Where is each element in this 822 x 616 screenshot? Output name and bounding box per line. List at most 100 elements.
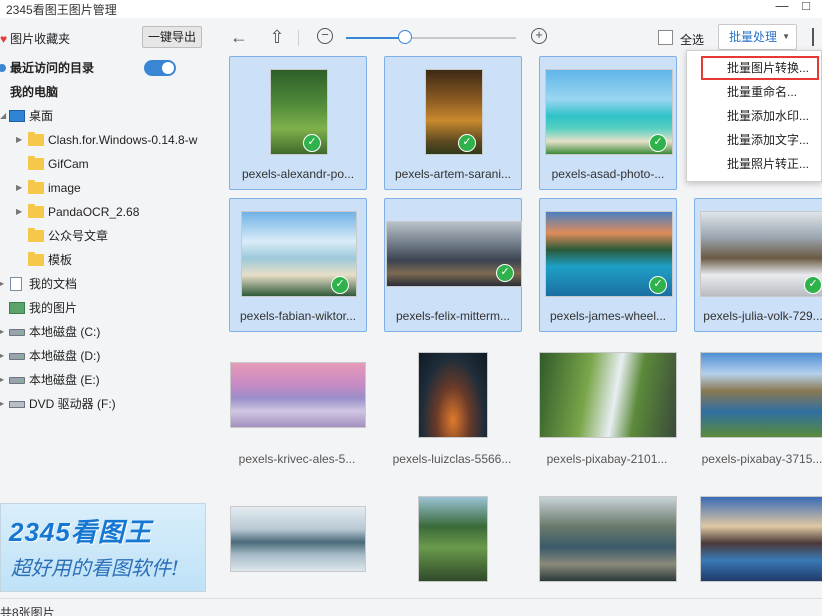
select-all-checkbox[interactable]: [658, 30, 673, 45]
thumbnail-image: [700, 496, 822, 582]
thumbnail-item[interactable]: [539, 496, 677, 598]
select-all-label[interactable]: 全选: [680, 31, 704, 48]
my-docs-label: 我的文档: [29, 277, 78, 291]
sidebar-item-folder[interactable]: 公众号文章: [0, 225, 211, 247]
checkmark-icon: ✓: [649, 134, 667, 152]
menu-item-batch-rename[interactable]: 批量重命名...: [687, 80, 822, 104]
expand-arrow-icon[interactable]: ▶: [16, 177, 22, 199]
folder-icon: [28, 228, 44, 242]
sidebar-item-folder[interactable]: ▶ Clash.for.Windows-0.14.8-w: [0, 129, 211, 151]
expand-arrow-icon[interactable]: ▶: [0, 321, 4, 343]
sidebar-item-my-pics[interactable]: 我的图片: [0, 297, 211, 319]
dvd-drive-icon: [9, 401, 25, 408]
thumbnail-caption: pexels-pixabay-2101...: [546, 452, 668, 466]
sidebar-item-drive-e[interactable]: ▶ 本地磁盘 (E:): [0, 369, 211, 391]
expand-arrow-icon[interactable]: ▶: [0, 273, 4, 295]
thumbnail-item[interactable]: pexels-krivec-ales-5...: [229, 352, 367, 486]
hard-drive-icon: [9, 377, 25, 384]
sidebar-item-drive-c[interactable]: ▶ 本地磁盘 (C:): [0, 321, 211, 343]
checkmark-icon: ✓: [804, 276, 822, 294]
menu-item-batch-convert[interactable]: 批量图片转换...: [701, 56, 819, 80]
menu-item-batch-straighten[interactable]: 批量照片转正...: [687, 152, 822, 176]
sidebar-item-my-docs[interactable]: ▶ 我的文档: [0, 273, 211, 295]
thumbnail-caption: pexels-julia-volk-729...: [703, 309, 822, 323]
folder-icon: [28, 132, 44, 146]
sidebar-item-my-pc[interactable]: 我的电脑: [0, 81, 211, 103]
thumbnail-image: [418, 496, 488, 582]
thumbnail-item[interactable]: pexels-pixabay-3715...: [694, 352, 822, 486]
menu-item-batch-watermark[interactable]: 批量添加水印...: [687, 104, 822, 128]
export-button[interactable]: 一键导出: [142, 26, 202, 48]
up-folder-icon[interactable]: ⇧: [266, 26, 288, 48]
folder-label: 公众号文章: [48, 229, 109, 243]
thumbnail-item[interactable]: [229, 496, 367, 598]
folder-icon: [28, 156, 44, 170]
folder-icon: [28, 252, 44, 266]
thumbnail-item[interactable]: pexels-pixabay-2101...: [539, 352, 677, 486]
minimize-button[interactable]: —: [772, 0, 792, 16]
drive-label: 本地磁盘 (C:): [29, 325, 101, 339]
promo-banner[interactable]: 2345看图王 超好用的看图软件!: [0, 503, 206, 592]
folder-label: image: [48, 181, 81, 195]
expand-arrow-icon[interactable]: ▶: [0, 369, 4, 391]
thumbnail-item[interactable]: [384, 496, 522, 598]
recent-toggle[interactable]: [144, 60, 176, 76]
chevron-down-icon: ▼: [782, 32, 790, 41]
sidebar-item-recent[interactable]: 最近访问的目录: [0, 57, 211, 79]
folder-label: PandaOCR_2.68: [48, 205, 140, 219]
thumbnail-image: [418, 352, 488, 438]
thumbnail-item[interactable]: ✓ pexels-julia-volk-729...: [694, 198, 822, 332]
thumbnail-caption: pexels-alexandr-po...: [241, 167, 355, 181]
thumbnail-item[interactable]: ✓ pexels-felix-mitterm...: [384, 198, 522, 332]
thumbnail-item[interactable]: ✓ pexels-fabian-wiktor...: [229, 198, 367, 332]
thumbnail-image: [230, 506, 366, 572]
recent-label: 最近访问的目录: [10, 61, 95, 75]
thumbnail-caption: pexels-james-wheel...: [549, 309, 667, 323]
thumbnail-item[interactable]: pexels-luizclas-5566...: [384, 352, 522, 486]
zoom-out-icon[interactable]: −: [317, 28, 333, 44]
recent-icon: [0, 64, 6, 72]
folder-label: Clash.for.Windows-0.14.8-w: [48, 133, 198, 147]
thumbnail-caption: pexels-asad-photo-...: [551, 167, 665, 181]
panel-toggle-icon[interactable]: [812, 28, 822, 46]
my-pc-label: 我的电脑: [10, 85, 59, 99]
sidebar-item-folder[interactable]: GifCam: [0, 153, 211, 175]
sidebar-item-folder[interactable]: ▶ PandaOCR_2.68: [0, 201, 211, 223]
hard-drive-icon: [9, 353, 25, 360]
checkmark-icon: ✓: [331, 276, 349, 294]
thumbnail-item[interactable]: ✓ pexels-asad-photo-...: [539, 56, 677, 190]
batch-process-button[interactable]: 批量处理 ▼: [718, 24, 797, 50]
toolbar-divider: [298, 30, 299, 46]
zoom-slider-fill: [346, 37, 404, 39]
thumbnail-item[interactable]: ✓ pexels-alexandr-po...: [229, 56, 367, 190]
sidebar-item-dvd[interactable]: ▶ DVD 驱动器 (F:): [0, 393, 211, 415]
heart-icon: ♥: [0, 32, 8, 46]
sidebar-item-folder[interactable]: ▶ image: [0, 177, 211, 199]
zoom-in-icon[interactable]: +: [531, 28, 547, 44]
checkmark-icon: ✓: [649, 276, 667, 294]
thumbnail-item[interactable]: ✓ pexels-artem-sarani...: [384, 56, 522, 190]
expand-arrow-icon[interactable]: ◢: [0, 105, 6, 127]
expand-arrow-icon[interactable]: ▶: [16, 201, 22, 223]
maximize-button[interactable]: □: [796, 0, 816, 16]
expand-arrow-icon[interactable]: ▶: [0, 393, 4, 415]
thumbnail-image: [539, 352, 677, 438]
checkmark-icon: ✓: [496, 264, 514, 282]
sidebar-item-folder[interactable]: 模板: [0, 249, 211, 271]
drive-label: 本地磁盘 (E:): [29, 373, 100, 387]
thumbnail-item[interactable]: [694, 496, 822, 598]
banner-brand: 2345看图王: [9, 517, 152, 547]
thumbnail-caption: pexels-artem-sarani...: [394, 167, 512, 181]
checkmark-icon: ✓: [303, 134, 321, 152]
thumbnail-item[interactable]: ✓ pexels-james-wheel...: [539, 198, 677, 332]
expand-arrow-icon[interactable]: ▶: [16, 129, 22, 151]
back-arrow-icon[interactable]: ←: [228, 26, 250, 48]
sidebar-item-drive-d[interactable]: ▶ 本地磁盘 (D:): [0, 345, 211, 367]
zoom-slider-handle[interactable]: [398, 30, 412, 44]
thumbnail-image: [700, 352, 822, 438]
favorites-button[interactable]: ♥ 图片收藏夹: [0, 30, 70, 47]
menu-item-batch-text[interactable]: 批量添加文字...: [687, 128, 822, 152]
expand-arrow-icon[interactable]: ▶: [0, 345, 4, 367]
sidebar-item-desktop[interactable]: ◢ 桌面: [0, 105, 211, 127]
thumbnail-image: [230, 362, 366, 428]
